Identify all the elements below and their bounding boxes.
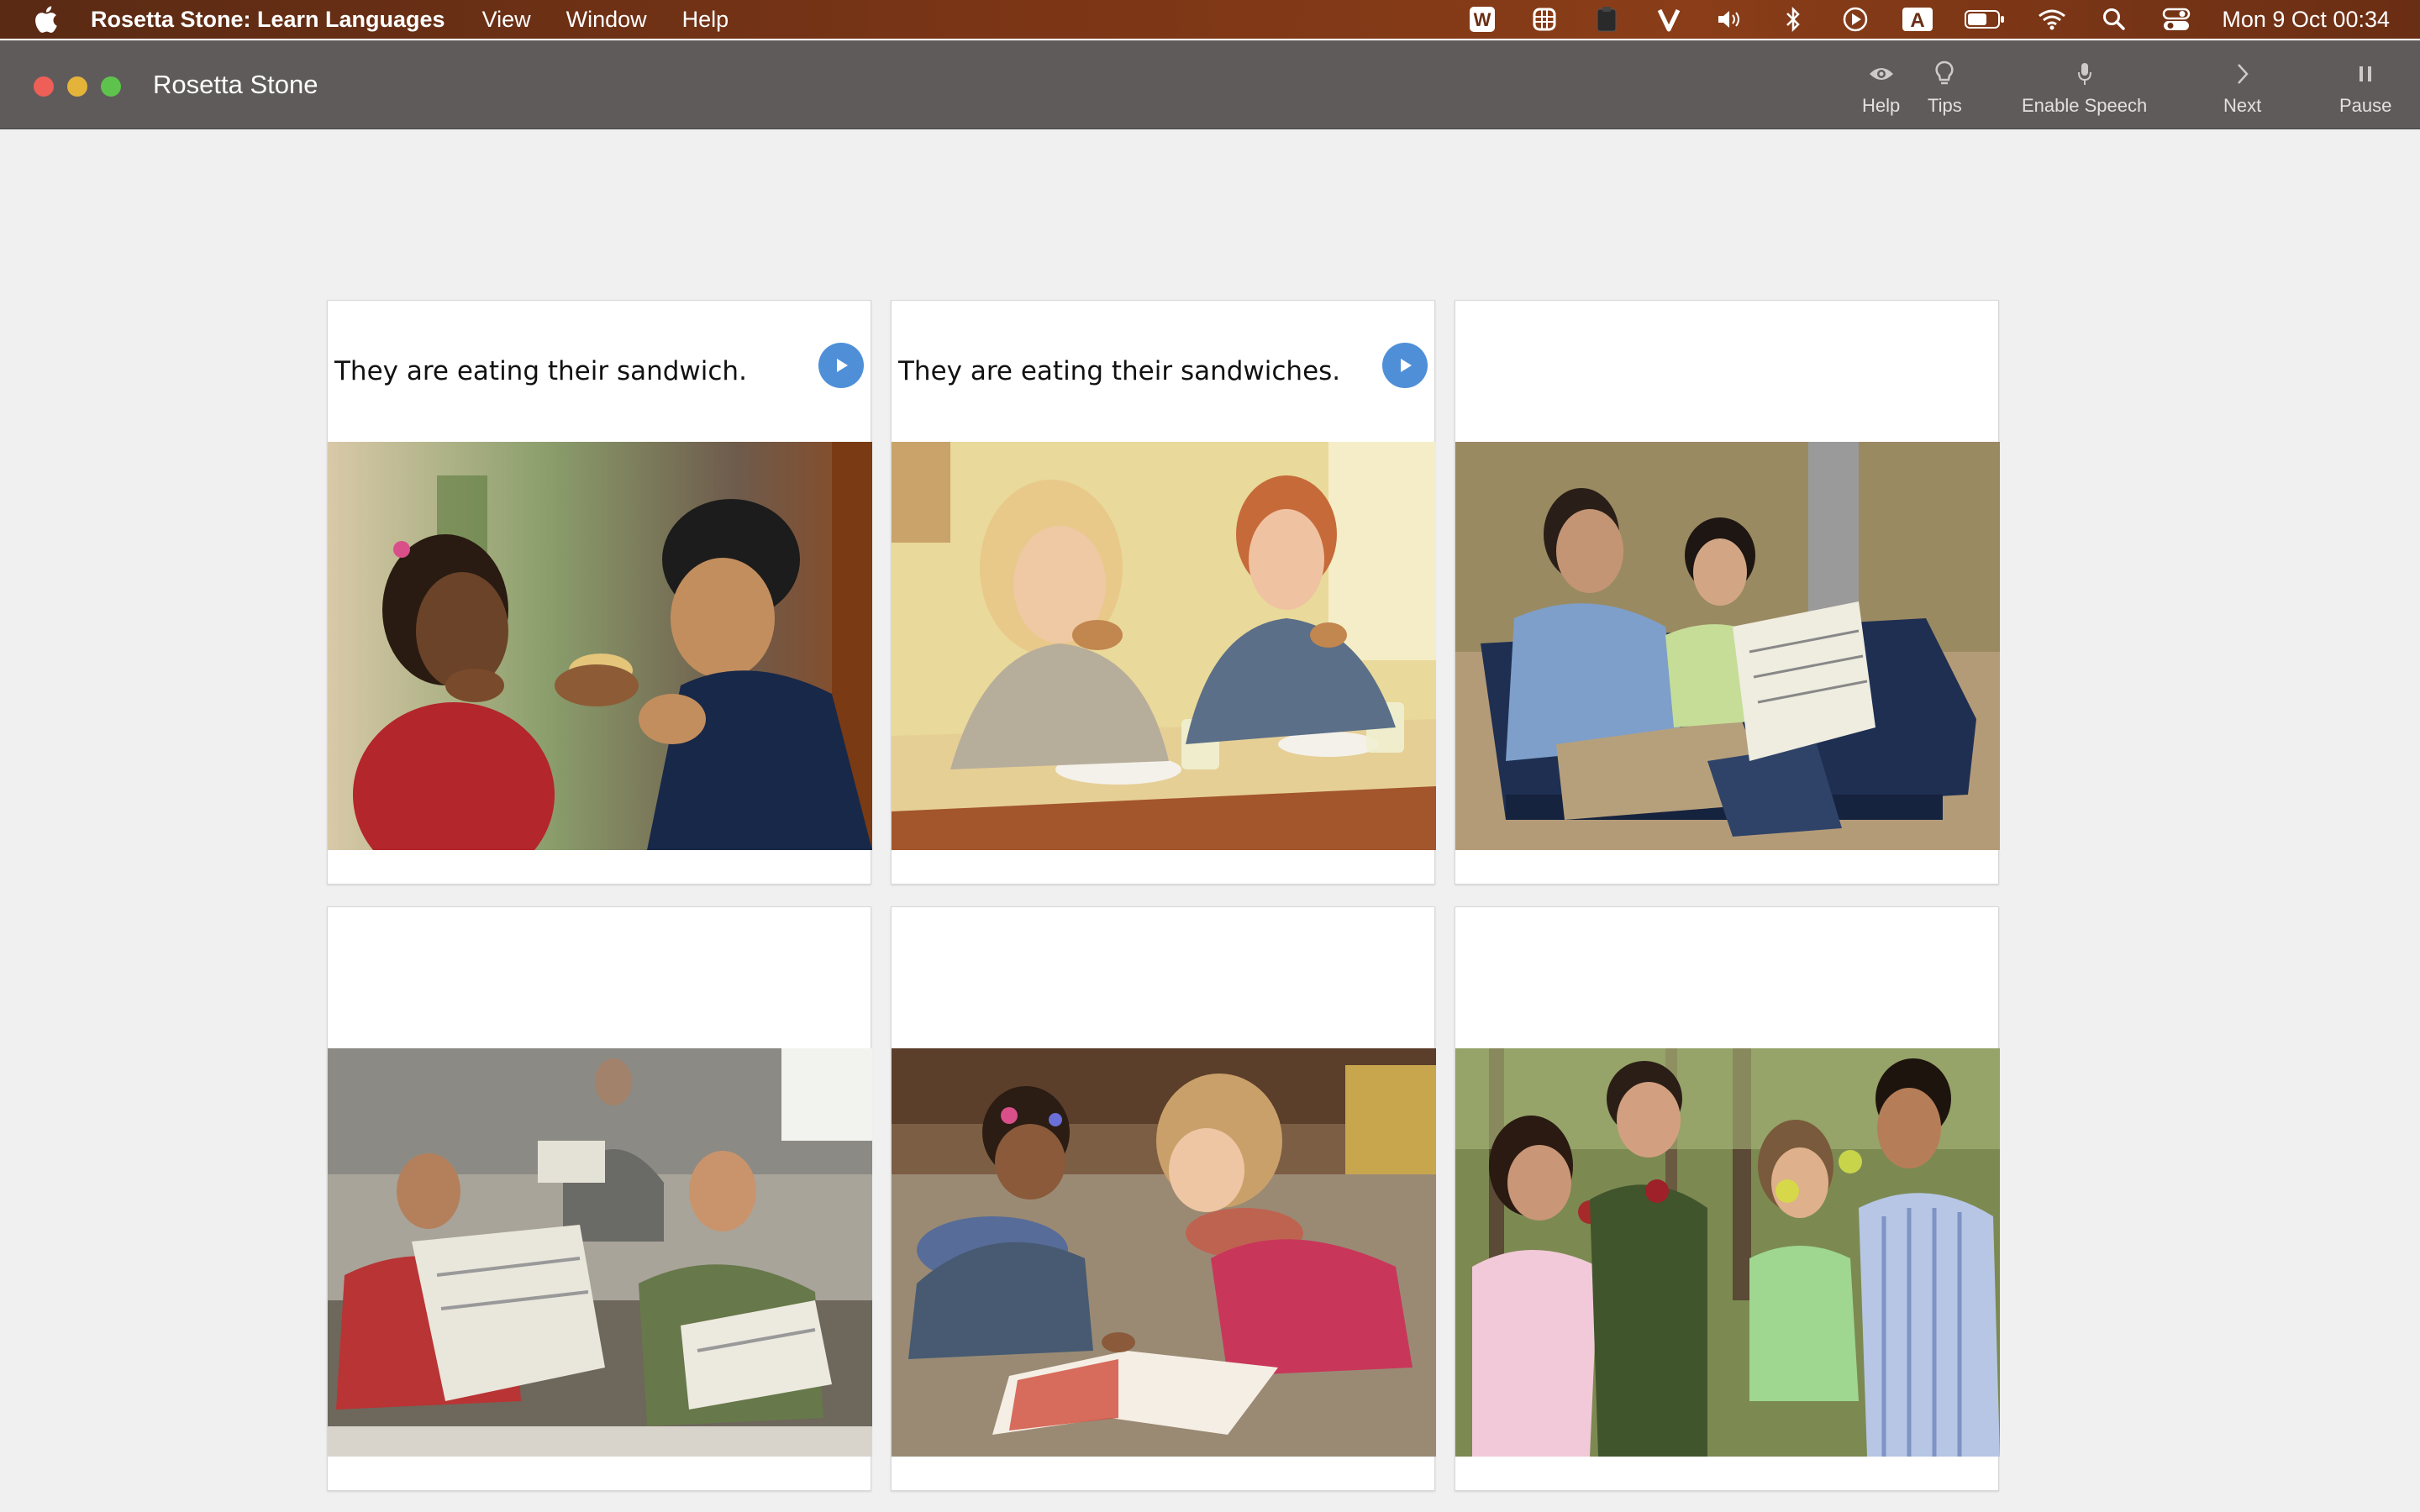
answer-card[interactable]	[891, 906, 1436, 1491]
wifi-icon[interactable]	[2035, 3, 2069, 36]
play-icon	[1401, 359, 1412, 372]
vivaldi-icon[interactable]	[1652, 3, 1686, 36]
window-titlebar: Rosetta Stone Help Tips Enable Speech Ne…	[0, 40, 2420, 129]
input-source-label: A	[1911, 9, 1925, 32]
lightbulb-icon	[1930, 60, 1959, 88]
card-photo	[892, 1048, 1436, 1457]
answer-card[interactable]: They are eating their sandwich.	[327, 300, 872, 885]
chevron-right-icon	[2228, 60, 2257, 88]
microphone-icon	[2070, 60, 2099, 88]
play-icon	[837, 359, 848, 372]
menu-help[interactable]: Help	[682, 7, 729, 33]
spotlight-search-icon[interactable]	[2097, 3, 2131, 36]
keyboard-input-icon[interactable]: A	[1901, 3, 1934, 36]
svg-text:W: W	[1474, 9, 1491, 30]
bluetooth-icon[interactable]	[1776, 3, 1810, 36]
card-caption	[892, 907, 1436, 1048]
menu-window[interactable]: Window	[566, 7, 647, 33]
enable-speech-label: Enable Speech	[2022, 95, 2148, 116]
play-audio-button[interactable]	[818, 343, 864, 388]
battery-icon[interactable]	[1963, 3, 2007, 36]
card-photo	[328, 442, 872, 850]
menu-bar: Rosetta Stone: Learn Languages View Wind…	[0, 0, 2420, 39]
enable-speech-button[interactable]: Enable Speech	[2022, 60, 2147, 122]
next-button[interactable]: Next	[2223, 60, 2261, 122]
card-photo	[892, 442, 1436, 850]
window-minimize-button[interactable]	[67, 76, 87, 97]
caption-text: They are eating their sandwiches.	[898, 356, 1341, 386]
pause-button[interactable]: Pause	[2339, 60, 2391, 122]
apple-menu-icon[interactable]	[29, 3, 62, 36]
eye-icon	[1867, 60, 1896, 88]
pause-label: Pause	[2339, 95, 2392, 116]
card-caption	[1455, 907, 2000, 1048]
answer-card[interactable]	[1455, 300, 2000, 885]
card-photo	[1455, 442, 2000, 850]
status-area: W A Mon 9 Oct 00:34	[1465, 0, 2420, 39]
grid-icon[interactable]	[1528, 3, 1561, 36]
next-label: Next	[2223, 95, 2262, 116]
window-maximize-button[interactable]	[101, 76, 121, 97]
tips-label: Tips	[1928, 95, 1962, 116]
play-circle-icon[interactable]	[1839, 3, 1872, 36]
word-icon[interactable]: W	[1465, 3, 1499, 36]
answer-card[interactable]	[327, 906, 872, 1491]
help-label: Help	[1862, 95, 1901, 116]
play-audio-button[interactable]	[1382, 343, 1428, 388]
card-caption: They are eating their sandwich.	[328, 301, 872, 442]
caption-text: They are eating their sandwich.	[334, 356, 747, 386]
pause-icon	[2351, 60, 2380, 88]
tips-button[interactable]: Tips	[1928, 60, 1962, 122]
volume-icon[interactable]	[1714, 3, 1748, 36]
app-name-menu[interactable]: Rosetta Stone: Learn Languages	[91, 7, 445, 33]
card-caption	[328, 907, 872, 1048]
clipboard-icon[interactable]	[1590, 3, 1623, 36]
card-caption	[1455, 301, 2000, 442]
control-center-icon[interactable]	[2160, 3, 2193, 36]
answer-card[interactable]: They are eating their sandwiches.	[891, 300, 1436, 885]
menu-view[interactable]: View	[482, 7, 531, 33]
window-close-button[interactable]	[34, 76, 54, 97]
help-button[interactable]: Help	[1862, 60, 1900, 122]
answer-card[interactable]	[1455, 906, 2000, 1491]
menubar-clock[interactable]: Mon 9 Oct 00:34	[2222, 7, 2390, 33]
card-photo	[1455, 1048, 2000, 1457]
lesson-content: They are eating their sandwich. They are…	[0, 129, 2420, 1512]
card-caption: They are eating their sandwiches.	[892, 301, 1436, 442]
card-photo	[328, 1048, 872, 1457]
window-title: Rosetta Stone	[153, 70, 318, 99]
